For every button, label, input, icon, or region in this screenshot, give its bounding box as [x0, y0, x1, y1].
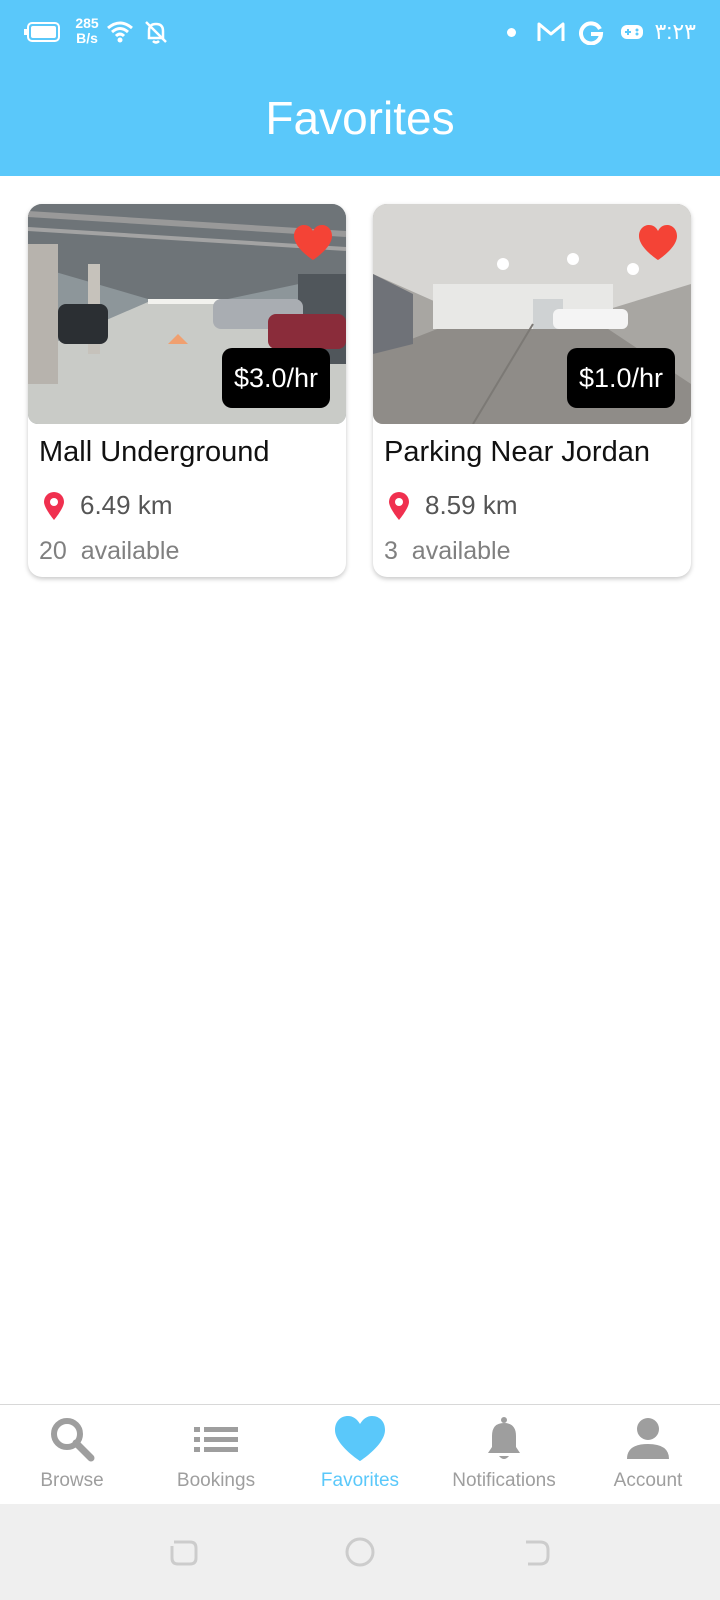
- list-icon: [194, 1427, 238, 1452]
- mute-icon: [145, 21, 167, 44]
- favorite-heart-icon[interactable]: [292, 224, 334, 262]
- nav-label: Browse: [40, 1470, 104, 1491]
- google-icon: [579, 21, 604, 45]
- card-distance: 6.49 km: [80, 490, 173, 520]
- favorite-heart-icon[interactable]: [637, 224, 679, 262]
- location-pin-icon: [389, 492, 409, 520]
- nav-favorites[interactable]: Favorites: [288, 1405, 432, 1505]
- heart-icon: [335, 1416, 385, 1461]
- nav-notifications[interactable]: Notifications: [432, 1405, 576, 1505]
- status-bar: 285 B/s ۳:۲۳: [0, 0, 720, 66]
- parking-photo: $3.0/hr: [28, 204, 346, 424]
- app-header: 285 B/s ۳:۲۳ Favorites: [0, 0, 720, 176]
- card-availability: 20 available: [39, 537, 180, 565]
- nav-label: Account: [613, 1470, 683, 1491]
- nav-label: Notifications: [452, 1470, 556, 1491]
- gamepad-icon: [621, 25, 643, 39]
- parking-card[interactable]: $1.0/hr Parking Near Jordan 8.59 km 3 av…: [373, 204, 691, 577]
- page-title: Favorites: [265, 92, 455, 144]
- network-speed: 285 B/s: [72, 16, 102, 46]
- search-icon: [51, 1418, 95, 1462]
- card-title: Parking Near Jordan: [384, 436, 650, 468]
- recents-icon[interactable]: [168, 1536, 200, 1568]
- battery-icon: [24, 22, 60, 42]
- system-navigation-bar: [0, 1504, 720, 1600]
- card-distance: 8.59 km: [425, 490, 518, 520]
- nav-bookings[interactable]: Bookings: [144, 1405, 288, 1505]
- nav-account[interactable]: Account: [576, 1405, 720, 1505]
- nav-label: Favorites: [320, 1470, 400, 1491]
- price-badge: $1.0/hr: [566, 348, 675, 408]
- network-speed-value: 285: [75, 15, 99, 31]
- card-availability: 3 available: [384, 537, 511, 565]
- person-icon: [627, 1418, 669, 1459]
- nav-browse[interactable]: Browse: [0, 1405, 144, 1505]
- gmail-icon: [537, 22, 565, 41]
- network-speed-unit: B/s: [76, 30, 98, 46]
- location-pin-icon: [44, 492, 64, 520]
- status-time: ۳:۲۳: [654, 19, 696, 44]
- notification-dot: [507, 28, 516, 37]
- nav-label: Bookings: [176, 1470, 256, 1491]
- back-icon[interactable]: [520, 1536, 552, 1568]
- bell-icon: [488, 1417, 520, 1459]
- wifi-icon: [107, 21, 133, 43]
- home-icon[interactable]: [344, 1536, 376, 1568]
- price-badge: $3.0/hr: [221, 348, 330, 408]
- bottom-navigation: Browse Bookings Favorites Notifications …: [0, 1404, 720, 1505]
- parking-photo: $1.0/hr: [373, 204, 691, 424]
- card-title: Mall Underground: [39, 436, 270, 468]
- parking-card[interactable]: $3.0/hr Mall Underground 6.49 km 20 avai…: [28, 204, 346, 577]
